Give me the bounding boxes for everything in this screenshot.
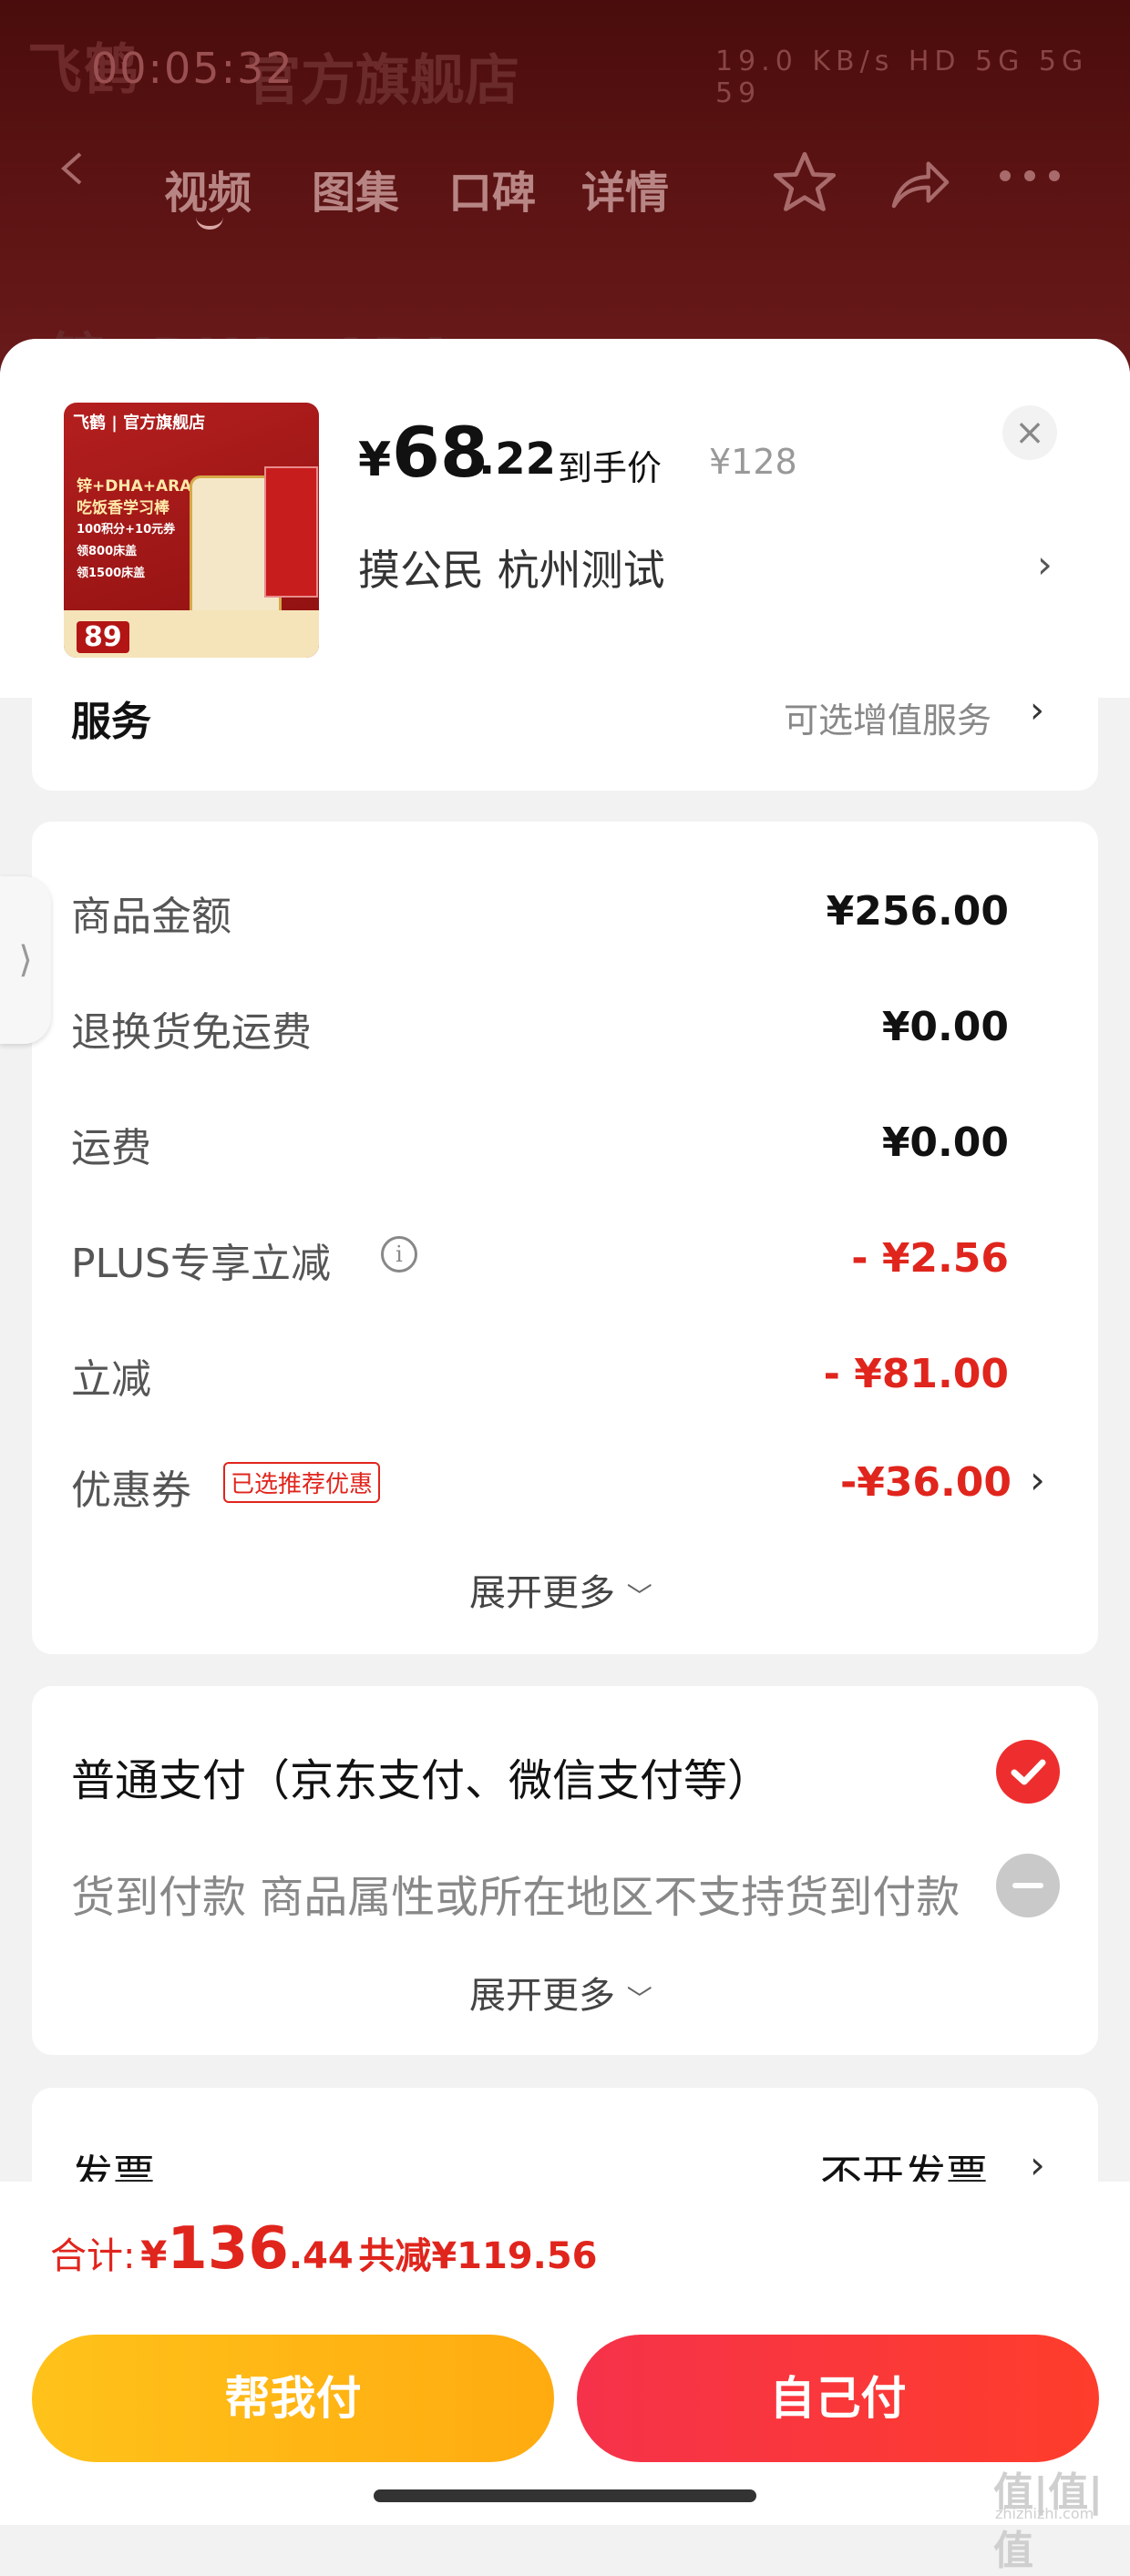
total-integer: 136 bbox=[167, 2215, 289, 2283]
help-pay-button[interactable]: 帮我付 bbox=[32, 2335, 554, 2462]
price-integer: 68 bbox=[392, 412, 488, 493]
total-saved: 共减¥119.56 bbox=[358, 2235, 598, 2277]
more-icon[interactable] bbox=[998, 169, 1062, 183]
tab-video[interactable]: 视频 bbox=[164, 157, 252, 220]
total-label: 合计: bbox=[50, 2235, 136, 2277]
price-currency: ¥ bbox=[358, 433, 392, 487]
product-thumbnail: 飞鹤 | 官方旗舰店 锌+DHA+ARA 吃饭香学习棒 100积分+10元券 领… bbox=[64, 403, 319, 658]
row-label-shipping: 运费 bbox=[71, 1125, 151, 1171]
expand-label: 展开更多 bbox=[469, 1572, 615, 1614]
chevron-right-icon[interactable]: › bbox=[1030, 690, 1044, 731]
thumb-line: 100积分+10元券 bbox=[77, 523, 176, 537]
thumb-price: 89 bbox=[77, 621, 129, 653]
row-value-coupon[interactable]: -¥36.00 bbox=[647, 1459, 1012, 1506]
tab-reviews[interactable]: 口碑 bbox=[448, 157, 536, 220]
tab-gallery[interactable]: 图集 bbox=[312, 157, 399, 220]
chevron-right-icon[interactable]: › bbox=[1030, 1457, 1045, 1502]
thumb-line: 锌+DHA+ARA bbox=[77, 477, 192, 496]
chevron-right-icon[interactable]: › bbox=[1030, 2142, 1045, 2187]
side-expand-tab[interactable]: ⟩ bbox=[0, 876, 51, 1044]
row-label-return-shipping: 退换货免运费 bbox=[71, 1009, 312, 1056]
row-label-plus: PLUS专享立减 bbox=[71, 1241, 331, 1287]
original-price: ¥128 bbox=[709, 442, 797, 482]
coupon-tag: 已选推荐优惠 bbox=[223, 1462, 381, 1503]
row-value-goods: ¥256.00 bbox=[826, 888, 1009, 935]
row-value-shipping: ¥0.00 bbox=[881, 1119, 1009, 1166]
thumb-text: 锌+DHA+ARA 吃饭香学习棒 100积分+10元券 领800床盖 领1500… bbox=[77, 475, 191, 585]
thumb-brand: 飞鹤 | 官方旗舰店 bbox=[73, 414, 206, 433]
price-decimal: .22 bbox=[478, 434, 557, 485]
row-label-discount: 立减 bbox=[71, 1356, 151, 1403]
thumb-line: 领1500床盖 bbox=[77, 567, 146, 580]
chevron-right-icon[interactable]: › bbox=[1037, 542, 1053, 587]
expand-more-payment[interactable]: 展开更多 ﹀ bbox=[469, 1966, 652, 2019]
status-time: 00:05:32 bbox=[91, 44, 294, 93]
self-pay-button[interactable]: 自己付 bbox=[577, 2335, 1099, 2462]
row-label-coupon: 优惠券 bbox=[71, 1467, 191, 1514]
watermark-url: zhizhizhi.com bbox=[995, 2505, 1094, 2522]
service-value[interactable]: 可选增值服务 bbox=[784, 692, 991, 742]
gift-bag-image bbox=[264, 466, 318, 598]
status-icons: 19.0 KB/s HD 5G 5G 59 bbox=[715, 46, 1089, 109]
share-icon[interactable] bbox=[889, 153, 952, 211]
expand-more-amounts[interactable]: 展开更多 ﹀ bbox=[469, 1563, 652, 1616]
row-value-discount: - ¥81.00 bbox=[823, 1351, 1009, 1397]
home-indicator[interactable] bbox=[374, 2489, 756, 2502]
payment-option-normal[interactable]: 普通支付（京东支付、微信支付等） bbox=[71, 1744, 771, 1808]
price-label: 到手价 bbox=[558, 448, 663, 488]
thumb-line: 吃饭香学习棒 bbox=[77, 499, 170, 517]
thumb-line: 领800床盖 bbox=[77, 545, 138, 558]
info-icon[interactable]: i bbox=[381, 1236, 417, 1273]
total-currency: ¥ bbox=[140, 2233, 168, 2277]
row-value-return-shipping: ¥0.00 bbox=[881, 1004, 1009, 1050]
chevron-down-icon: ﹀ bbox=[626, 1581, 652, 1611]
tab-details[interactable]: 详情 bbox=[581, 157, 669, 220]
total-decimal: .44 bbox=[288, 2235, 354, 2277]
back-arrow-icon[interactable] bbox=[55, 150, 91, 187]
row-value-plus: - ¥2.56 bbox=[851, 1235, 1009, 1282]
favorite-star-icon[interactable] bbox=[770, 148, 839, 218]
delivery-address[interactable]: 摸公民 杭州测试 bbox=[358, 537, 665, 598]
row-label-goods: 商品金额 bbox=[71, 894, 231, 940]
checked-icon[interactable] bbox=[996, 1740, 1060, 1804]
total-row: 合计: ¥136.44 共减¥119.56 bbox=[50, 2215, 598, 2283]
disabled-icon bbox=[996, 1854, 1060, 1917]
service-label: 服务 bbox=[71, 699, 151, 745]
expand-label: 展开更多 bbox=[469, 1975, 615, 2017]
payment-option-cod: 货到付款 商品属性或所在地区不支持货到付款 bbox=[71, 1872, 960, 1923]
chevron-down-icon: ﹀ bbox=[626, 1984, 652, 2014]
close-button[interactable]: × bbox=[1002, 405, 1057, 460]
